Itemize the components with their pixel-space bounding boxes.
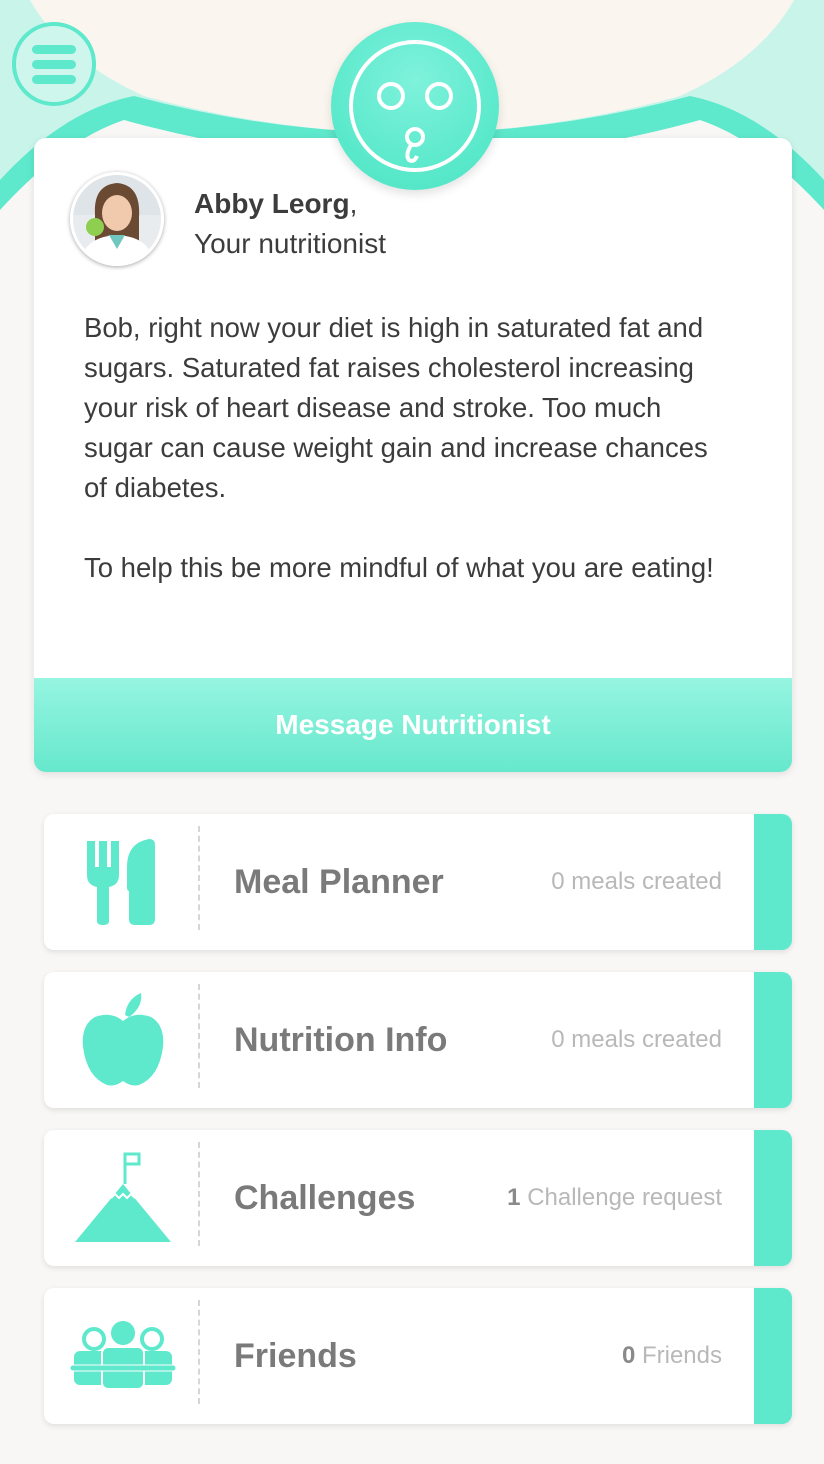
challenges-tile[interactable]: Challenges 1 Challenge request [44,1130,792,1266]
fork-knife-icon [64,832,182,932]
nutritionist-message: Bob, right now your diet is high in satu… [84,308,734,628]
app-logo [331,22,499,190]
tile-meta: 0 meals created [551,972,722,1108]
tile-label: Nutrition Info [234,1021,448,1059]
nutritionist-name-comma: , [349,188,358,219]
hamburger-line [32,44,76,54]
tile-divider [198,1142,200,1246]
nutritionist-photo [73,175,161,263]
nutritionist-name-text: Abby Leorg [194,188,350,219]
nutrition-info-tile[interactable]: Nutrition Info 0 meals created [44,972,792,1108]
nutritionist-name: Abby Leorg, [194,188,357,220]
tile-meta-text: Friends [641,1342,722,1369]
tile-accent-bar [754,814,792,950]
apple-icon [64,990,182,1090]
tile-label: Meal Planner [234,863,444,901]
tile-count: 1 [507,1184,521,1211]
tile-count: 0 [621,1342,636,1369]
message-paragraph: To help this be more mindful of what you… [84,552,714,583]
meal-planner-tile[interactable]: Meal Planner 0 meals created [44,814,792,950]
message-paragraph: Bob, right now your diet is high in satu… [84,312,708,503]
tile-divider [198,984,200,1088]
hamburger-line [32,74,76,84]
mountain-flag-icon [64,1148,182,1248]
tile-divider [198,1300,200,1404]
tile-meta: 0 meals created [551,814,722,950]
tile-meta: 1 Challenge request [507,1130,722,1266]
surprised-face-logo-icon [349,40,481,172]
nutritionist-card: Abby Leorg, Your nutritionist Bob, right… [34,138,792,772]
hamburger-line [32,59,76,69]
tile-meta: 0 Friends [622,1288,722,1424]
tile-accent-bar [754,1288,792,1424]
tile-divider [198,826,200,930]
message-nutritionist-button[interactable]: Message Nutritionist [34,678,792,772]
tile-meta-text: 0 meals created [551,1026,722,1053]
tile-accent-bar [754,1130,792,1266]
tile-meta-text: Challenge request [527,1184,722,1211]
tile-accent-bar [754,972,792,1108]
tile-meta-text: 0 meals created [551,868,722,895]
tile-label: Friends [234,1337,357,1375]
friends-group-icon [64,1306,182,1406]
avatar[interactable] [70,172,164,266]
nutritionist-role: Your nutritionist [194,228,386,259]
menu-button[interactable] [12,22,96,106]
friends-tile[interactable]: Friends 0 Friends [44,1288,792,1424]
tile-label: Challenges [234,1179,416,1217]
